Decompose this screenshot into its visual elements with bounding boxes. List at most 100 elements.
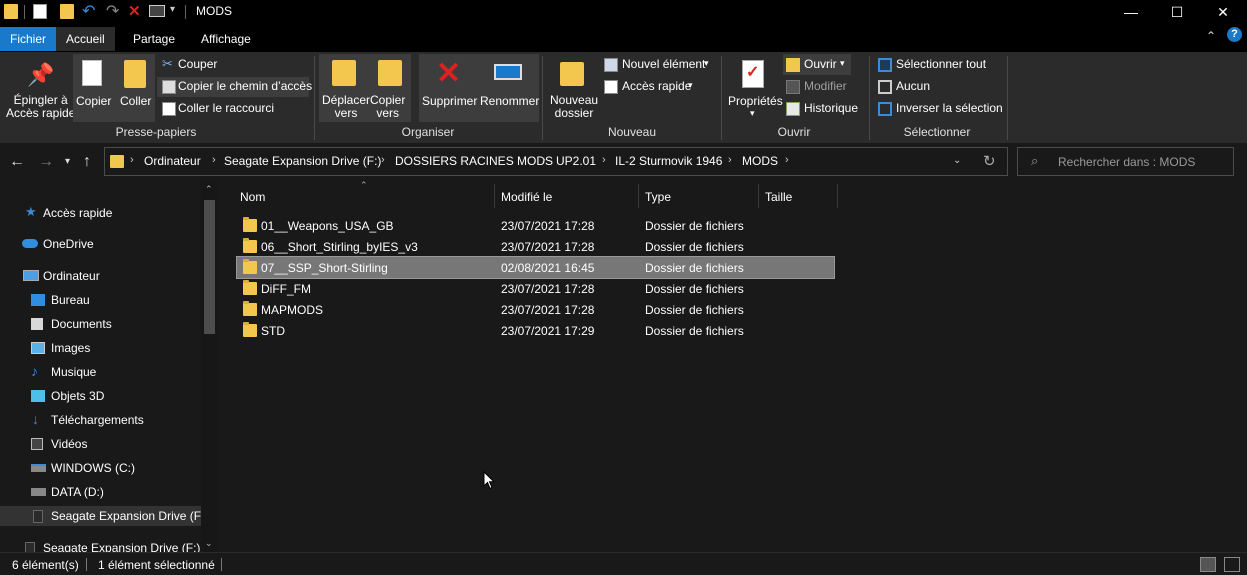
- rename-icon[interactable]: [149, 5, 165, 17]
- copy-icon: [82, 60, 102, 86]
- customize-dropdown-icon[interactable]: ▾: [170, 4, 175, 15]
- close-button[interactable]: ✕: [1200, 0, 1246, 24]
- history-button[interactable]: Historique: [784, 100, 864, 118]
- column-header-nom[interactable]: Nom: [240, 190, 265, 204]
- nav-item-musique[interactable]: Musique: [51, 365, 96, 379]
- tab-affichage[interactable]: Affichage: [191, 27, 261, 51]
- video-icon: [31, 438, 43, 450]
- tab-partage[interactable]: Partage: [123, 27, 185, 51]
- new-folder-button[interactable]: Nouveau dossier: [546, 54, 602, 122]
- tab-accueil[interactable]: Accueil: [56, 27, 115, 51]
- select-none-button[interactable]: Aucun: [874, 78, 944, 96]
- maximize-button[interactable]: ☐: [1154, 0, 1200, 24]
- nav-item-videos[interactable]: Vidéos: [51, 437, 87, 451]
- breadcrumb-separator: ›: [212, 154, 216, 166]
- nav-item-bureau[interactable]: Bureau: [51, 293, 90, 307]
- pin-quick-access-button[interactable]: 📌 Épingler à Accès rapide: [2, 54, 75, 122]
- new-folder-icon[interactable]: [60, 4, 74, 19]
- details-view-icon[interactable]: [1200, 557, 1216, 572]
- breadcrumb-seagate[interactable]: Seagate Expansion Drive (F:): [224, 154, 381, 168]
- nav-item-windows-c[interactable]: WINDOWS (C:): [51, 461, 135, 475]
- column-separator[interactable]: [494, 184, 495, 208]
- rename-button[interactable]: Renommer: [478, 54, 539, 122]
- address-bar[interactable]: › Ordinateur › Seagate Expansion Drive (…: [104, 147, 1008, 176]
- quick-access-button[interactable]: Accès rapide ▾: [602, 78, 702, 96]
- nav-item-documents[interactable]: Documents: [51, 317, 112, 331]
- group-label-nouveau: Nouveau: [607, 125, 657, 139]
- scroll-down-chevron-icon[interactable]: ⌄: [205, 538, 213, 549]
- file-row[interactable]: MAPMODS 23/07/2021 17:28 Dossier de fich…: [237, 299, 834, 320]
- copy-button[interactable]: Copier: [74, 54, 114, 122]
- recent-locations-chevron-icon[interactable]: ▾: [65, 156, 70, 167]
- delete-icon[interactable]: ✕: [128, 2, 141, 20]
- copy-to-button[interactable]: Copier vers: [368, 54, 412, 122]
- file-row[interactable]: 06__Short_Stirling_byIES_v3 23/07/2021 1…: [237, 236, 834, 257]
- tab-fichier[interactable]: Fichier: [0, 27, 57, 51]
- column-header-taille[interactable]: Taille: [765, 190, 792, 204]
- open-button[interactable]: Ouvrir ▾: [784, 56, 850, 74]
- edit-button[interactable]: Modifier: [784, 78, 854, 96]
- back-arrow-icon[interactable]: ←: [9, 153, 25, 171]
- minimize-button[interactable]: —: [1108, 0, 1154, 24]
- scroll-up-chevron-icon[interactable]: ⌃: [205, 184, 213, 195]
- properties-icon[interactable]: [33, 4, 47, 19]
- help-icon[interactable]: ?: [1227, 27, 1242, 42]
- breadcrumb-up2[interactable]: UP2.01: [556, 154, 596, 168]
- select-all-button[interactable]: Sélectionner tout: [874, 56, 994, 74]
- breadcrumb-mods[interactable]: MODS: [742, 154, 778, 168]
- properties-button[interactable]: ✓ Propriétés ▾: [726, 54, 783, 122]
- delete-button[interactable]: ✕ Supprimer: [420, 54, 478, 122]
- paste-shortcut-button[interactable]: Coller le raccourci: [158, 100, 278, 118]
- breadcrumb-separator: ›: [542, 154, 546, 166]
- nav-item-acces-rapide[interactable]: Accès rapide: [43, 206, 112, 220]
- column-header-modifie[interactable]: Modifié le: [501, 190, 552, 204]
- column-separator[interactable]: [837, 184, 838, 208]
- refresh-icon[interactable]: ↻: [983, 152, 996, 170]
- cut-button[interactable]: ✂ Couper: [158, 56, 220, 74]
- up-arrow-icon[interactable]: ↑: [83, 153, 91, 171]
- undo-icon[interactable]: ↶: [82, 1, 95, 21]
- breadcrumb-dossiers-racines[interactable]: DOSSIERS RACINES MODS: [395, 154, 553, 168]
- file-name: DiFF_FM: [261, 282, 311, 296]
- file-name: 07__SSP_Short-Stirling: [261, 261, 388, 275]
- status-separator: [86, 558, 87, 571]
- file-row[interactable]: DiFF_FM 23/07/2021 17:28 Dossier de fich…: [237, 278, 834, 299]
- nav-item-objets-3d[interactable]: Objets 3D: [51, 389, 104, 403]
- nav-item-data-d[interactable]: DATA (D:): [51, 485, 104, 499]
- collapse-ribbon-icon[interactable]: ⌃: [1206, 29, 1216, 43]
- column-header-type[interactable]: Type: [645, 190, 671, 204]
- file-type: Dossier de fichiers: [645, 240, 744, 254]
- nav-item-telechargements[interactable]: Téléchargements: [51, 413, 144, 427]
- file-row-selected[interactable]: 07__SSP_Short-Stirling 02/08/2021 16:45 …: [236, 256, 835, 279]
- documents-icon: [31, 318, 43, 330]
- column-separator[interactable]: [758, 184, 759, 208]
- redo-icon[interactable]: ↷: [106, 1, 119, 21]
- external-drive-icon: [33, 510, 43, 523]
- breadcrumb-il2[interactable]: IL-2 Sturmovik 1946: [615, 154, 722, 168]
- file-row[interactable]: 01__Weapons_USA_GB 23/07/2021 17:28 Doss…: [237, 215, 834, 236]
- column-separator[interactable]: [638, 184, 639, 208]
- move-to-button[interactable]: Déplacer vers: [320, 54, 370, 122]
- nav-scrollbar-thumb[interactable]: [204, 200, 215, 334]
- copy-to-icon: [378, 60, 402, 86]
- download-icon: ↓: [32, 411, 39, 427]
- nav-item-ordinateur[interactable]: Ordinateur: [43, 269, 100, 283]
- file-row[interactable]: STD 23/07/2021 17:29 Dossier de fichiers: [237, 320, 834, 341]
- breadcrumb-separator: ›: [602, 154, 606, 166]
- search-placeholder: Rechercher dans : MODS: [1058, 155, 1196, 169]
- nav-item-onedrive[interactable]: OneDrive: [43, 237, 94, 251]
- new-item-button[interactable]: Nouvel élément ▾: [602, 56, 716, 74]
- invert-selection-button[interactable]: Inverser la sélection: [874, 100, 1004, 118]
- paste-label: Coller: [120, 94, 152, 108]
- breadcrumb-ordinateur[interactable]: Ordinateur: [144, 154, 201, 168]
- large-icons-view-icon[interactable]: [1224, 557, 1240, 572]
- history-label: Historique: [804, 101, 859, 115]
- address-history-chevron-icon[interactable]: ⌄: [953, 155, 961, 166]
- nav-item-seagate-f[interactable]: Seagate Expansion Drive (F:): [51, 509, 208, 523]
- search-box[interactable]: ⌕ Rechercher dans : MODS: [1017, 147, 1234, 176]
- nav-item-images[interactable]: Images: [51, 341, 90, 355]
- paste-button[interactable]: Coller: [116, 54, 156, 122]
- file-name: MAPMODS: [261, 303, 324, 317]
- copy-path-button[interactable]: Copier le chemin d’accès: [158, 78, 312, 96]
- forward-arrow-icon[interactable]: →: [38, 153, 54, 171]
